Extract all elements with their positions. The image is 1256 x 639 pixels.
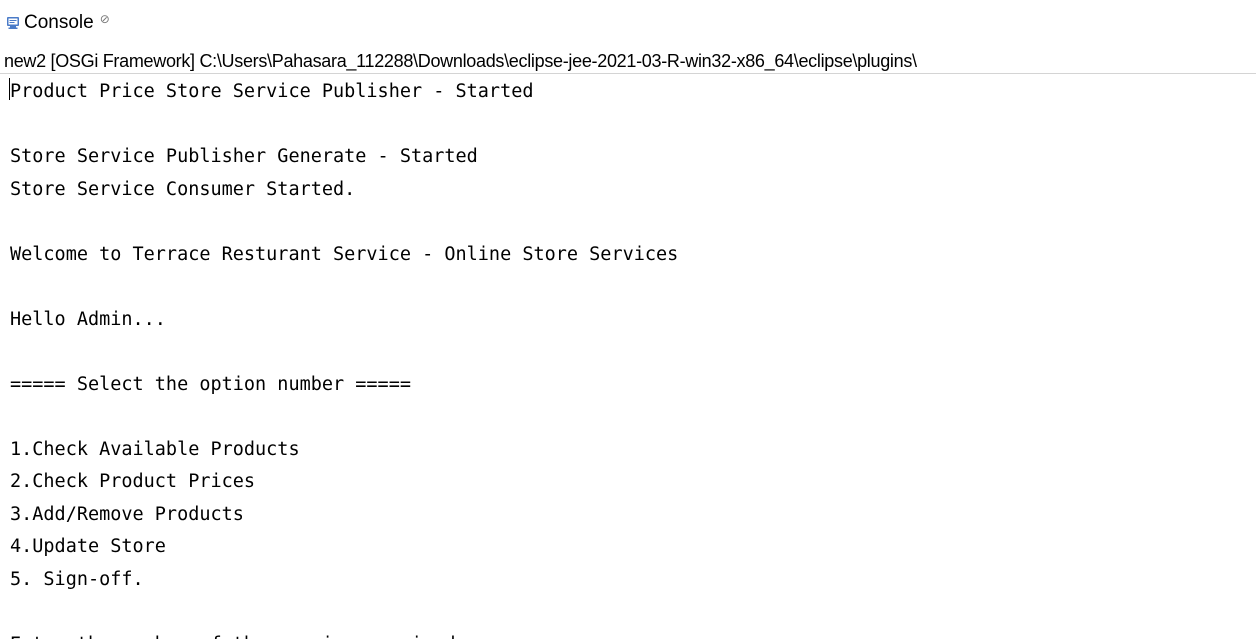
divider — [0, 73, 1256, 74]
console-lines: Product Price Store Service Publisher - … — [10, 76, 1256, 639]
console-line: 4.Update Store — [10, 536, 166, 557]
console-line: Store Service Publisher Generate - Start… — [10, 146, 478, 167]
view-tab-bar: Console ⊘ — [0, 0, 1256, 33]
tab-console[interactable]: Console ⊘ — [0, 8, 116, 38]
console-line: 1.Check Available Products — [10, 438, 300, 460]
console-line: Hello Admin... — [10, 308, 166, 330]
console-line: ===== Select the option number ===== — [10, 373, 411, 395]
console-view: Console ⊘ new2 [OSGi Framework] C:\Users… — [0, 0, 1256, 639]
console-output[interactable]: Product Price Store Service Publisher - … — [9, 76, 1256, 639]
console-line: Enter the number of the service required… — [10, 629, 1256, 639]
text-cursor — [9, 78, 10, 100]
console-line: Product Price Store Service Publisher - … — [10, 81, 534, 102]
console-line: 5. Sign-off. — [10, 568, 144, 590]
console-line: 2.Check Product Prices — [10, 471, 256, 492]
console-icon — [6, 16, 20, 30]
launch-configuration-label: new2 [OSGi Framework] C:\Users\Pahasara_… — [4, 51, 917, 71]
console-line: 3.Add/Remove Products — [10, 503, 244, 525]
console-line: Welcome to Terrace Resturant Service - O… — [10, 243, 679, 265]
close-icon[interactable]: ⊘ — [100, 12, 110, 26]
console-line: Store Service Consumer Started. — [10, 178, 356, 200]
tab-console-label: Console — [24, 12, 94, 33]
